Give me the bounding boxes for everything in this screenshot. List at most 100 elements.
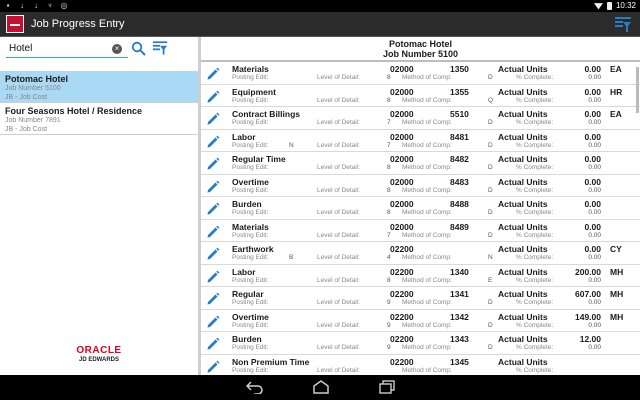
clear-icon[interactable]: × [112, 44, 122, 54]
result-job-number: Job Number 7891 [5, 117, 61, 124]
recents-icon[interactable] [378, 380, 396, 394]
percent-complete-label: % Complete: [516, 96, 554, 104]
pencil-icon[interactable] [206, 360, 220, 374]
actual-units-value: 0.00 [584, 244, 601, 254]
cost-code-row[interactable]: Overtime 02000 8483 Actual Units 0.00 Po… [201, 175, 640, 197]
pencil-icon[interactable] [206, 270, 220, 284]
home-icon[interactable] [312, 380, 330, 394]
posting-edit-label: Posting Edit: [232, 186, 269, 194]
actual-units-label: Actual Units [498, 289, 548, 299]
pencil-icon[interactable] [206, 247, 220, 261]
cost-code-row[interactable]: Non Premium Time 02200 1345 Actual Units… [201, 355, 640, 376]
pencil-icon[interactable] [206, 112, 220, 126]
cost-code-row[interactable]: Materials 02000 1350 Actual Units 0.00 E… [201, 62, 640, 85]
level-of-detail-label: Level of Detail: [317, 276, 360, 284]
posting-edit-label: Posting Edit: [232, 231, 269, 239]
level-of-detail-label: Level of Detail: [317, 119, 360, 126]
pencil-icon[interactable] [206, 315, 220, 329]
pencil-icon[interactable] [206, 157, 220, 171]
download-icon: ↓ [20, 1, 24, 10]
actual-units-value: 0.00 [584, 131, 601, 142]
method-of-comp-value: D [488, 119, 493, 126]
cost-code-name: Regular Time [232, 154, 286, 164]
object-account: 1340 [450, 266, 469, 277]
cost-code-row[interactable]: Labor 02000 8481 Actual Units 0.00 Posti… [201, 130, 640, 152]
cost-code-row[interactable]: Regular 02200 1341 Actual Units 607.00 M… [201, 287, 640, 310]
unit-of-measure: EA [610, 109, 622, 119]
posting-edit-label: Posting Edit: [232, 299, 269, 306]
level-of-detail-label: Level of Detail: [317, 366, 360, 374]
pencil-icon[interactable] [206, 202, 220, 216]
oracle-wordmark: ORACLE [76, 345, 122, 356]
cost-code-row[interactable]: Overtime 02200 1342 Actual Units 149.00 … [201, 310, 640, 332]
filter-icon[interactable] [614, 16, 632, 33]
cost-code-name: Overtime [232, 176, 269, 187]
method-of-comp-label: Method of Comp: [402, 231, 452, 239]
back-icon[interactable] [246, 380, 264, 394]
scrollbar[interactable] [636, 67, 639, 113]
business-unit: 02000 [390, 64, 414, 74]
method-of-comp-label: Method of Comp: [402, 299, 452, 306]
download-icon: ↓ [34, 1, 38, 10]
cost-code-row[interactable]: Regular Time 02000 8482 Actual Units 0.0… [201, 152, 640, 175]
level-of-detail-value: 9 [387, 299, 391, 306]
cost-code-row[interactable]: Burden 02000 8488 Actual Units 0.00 Post… [201, 197, 640, 220]
battery-icon [606, 1, 612, 10]
pencil-icon[interactable] [206, 180, 220, 194]
pencil-icon[interactable] [206, 90, 220, 104]
method-of-comp-label: Method of Comp: [402, 366, 452, 374]
pencil-icon[interactable] [206, 67, 220, 81]
search-input[interactable] [6, 40, 128, 58]
pencil-icon[interactable] [206, 292, 220, 306]
percent-complete-label: % Complete: [516, 164, 554, 171]
business-unit: 02000 [390, 176, 414, 187]
result-job-number: Job Number 5100 [5, 85, 61, 92]
method-of-comp-value: D [488, 186, 493, 194]
actual-units-label: Actual Units [498, 109, 548, 119]
search-bar: × [0, 37, 198, 63]
cost-code-row[interactable]: Materials 02000 8489 Actual Units 0.00 P… [201, 220, 640, 242]
clock: 10:32 [615, 1, 636, 10]
level-of-detail-label: Level of Detail: [317, 96, 360, 104]
method-of-comp-label: Method of Comp: [402, 344, 452, 351]
actual-units-label: Actual Units [498, 154, 548, 164]
percent-complete-label: % Complete: [516, 366, 554, 374]
actual-units-label: Actual Units [498, 131, 548, 142]
percent-complete-label: % Complete: [516, 209, 554, 216]
pencil-icon[interactable] [206, 337, 220, 351]
result-item[interactable]: Potomac Hotel Job Number 5100 JB - Job C… [0, 71, 198, 103]
search-icon[interactable] [131, 41, 146, 56]
cost-code-row[interactable]: Equipment 02000 1355 Actual Units 0.00 H… [201, 85, 640, 107]
actual-units-label: Actual Units [498, 356, 548, 367]
posting-edit-label: Posting Edit: [232, 276, 269, 284]
cost-code-row[interactable]: Labor 02200 1340 Actual Units 200.00 MH … [201, 265, 640, 287]
cost-code-name: Materials [232, 64, 269, 74]
search-panel: × Potomac Hotel Job Number 5100 JB - Job… [0, 37, 201, 375]
pencil-icon[interactable] [206, 135, 220, 149]
posting-edit-label: Posting Edit: [232, 366, 269, 374]
business-unit: 02200 [390, 356, 414, 367]
cost-code-row[interactable]: Burden 02200 1343 Actual Units 12.00 Pos… [201, 332, 640, 355]
pencil-icon[interactable] [206, 225, 220, 239]
level-of-detail-label: Level of Detail: [317, 186, 360, 194]
business-unit: 02200 [390, 244, 414, 254]
method-of-comp-label: Method of Comp: [402, 254, 452, 261]
result-item[interactable]: Four Seasons Hotel / Residence Job Numbe… [0, 103, 198, 135]
unit-of-measure: MH [610, 266, 624, 277]
business-unit: 02000 [390, 86, 414, 97]
unit-of-measure: MH [610, 289, 624, 299]
method-of-comp-value: D [488, 231, 493, 239]
object-account: 8482 [450, 154, 469, 164]
cost-code-list: Materials 02000 1350 Actual Units 0.00 E… [201, 62, 640, 375]
filter-icon[interactable] [152, 40, 168, 56]
cost-code-row[interactable]: Contract Billings 02000 5510 Actual Unit… [201, 107, 640, 130]
percent-complete-value: 0.00 [588, 141, 601, 149]
actual-units-value: 149.00 [575, 311, 601, 322]
actual-units-value: 200.00 [575, 266, 601, 277]
percent-complete-value: 0.00 [588, 299, 601, 306]
cost-code-row[interactable]: Earthwork 02200 Actual Units 0.00 CY Pos… [201, 242, 640, 265]
app-title: Job Progress Entry [31, 18, 125, 30]
level-of-detail-label: Level of Detail: [317, 299, 360, 306]
object-account: 1342 [450, 311, 469, 322]
cost-code-name: Non Premium Time [232, 356, 310, 367]
